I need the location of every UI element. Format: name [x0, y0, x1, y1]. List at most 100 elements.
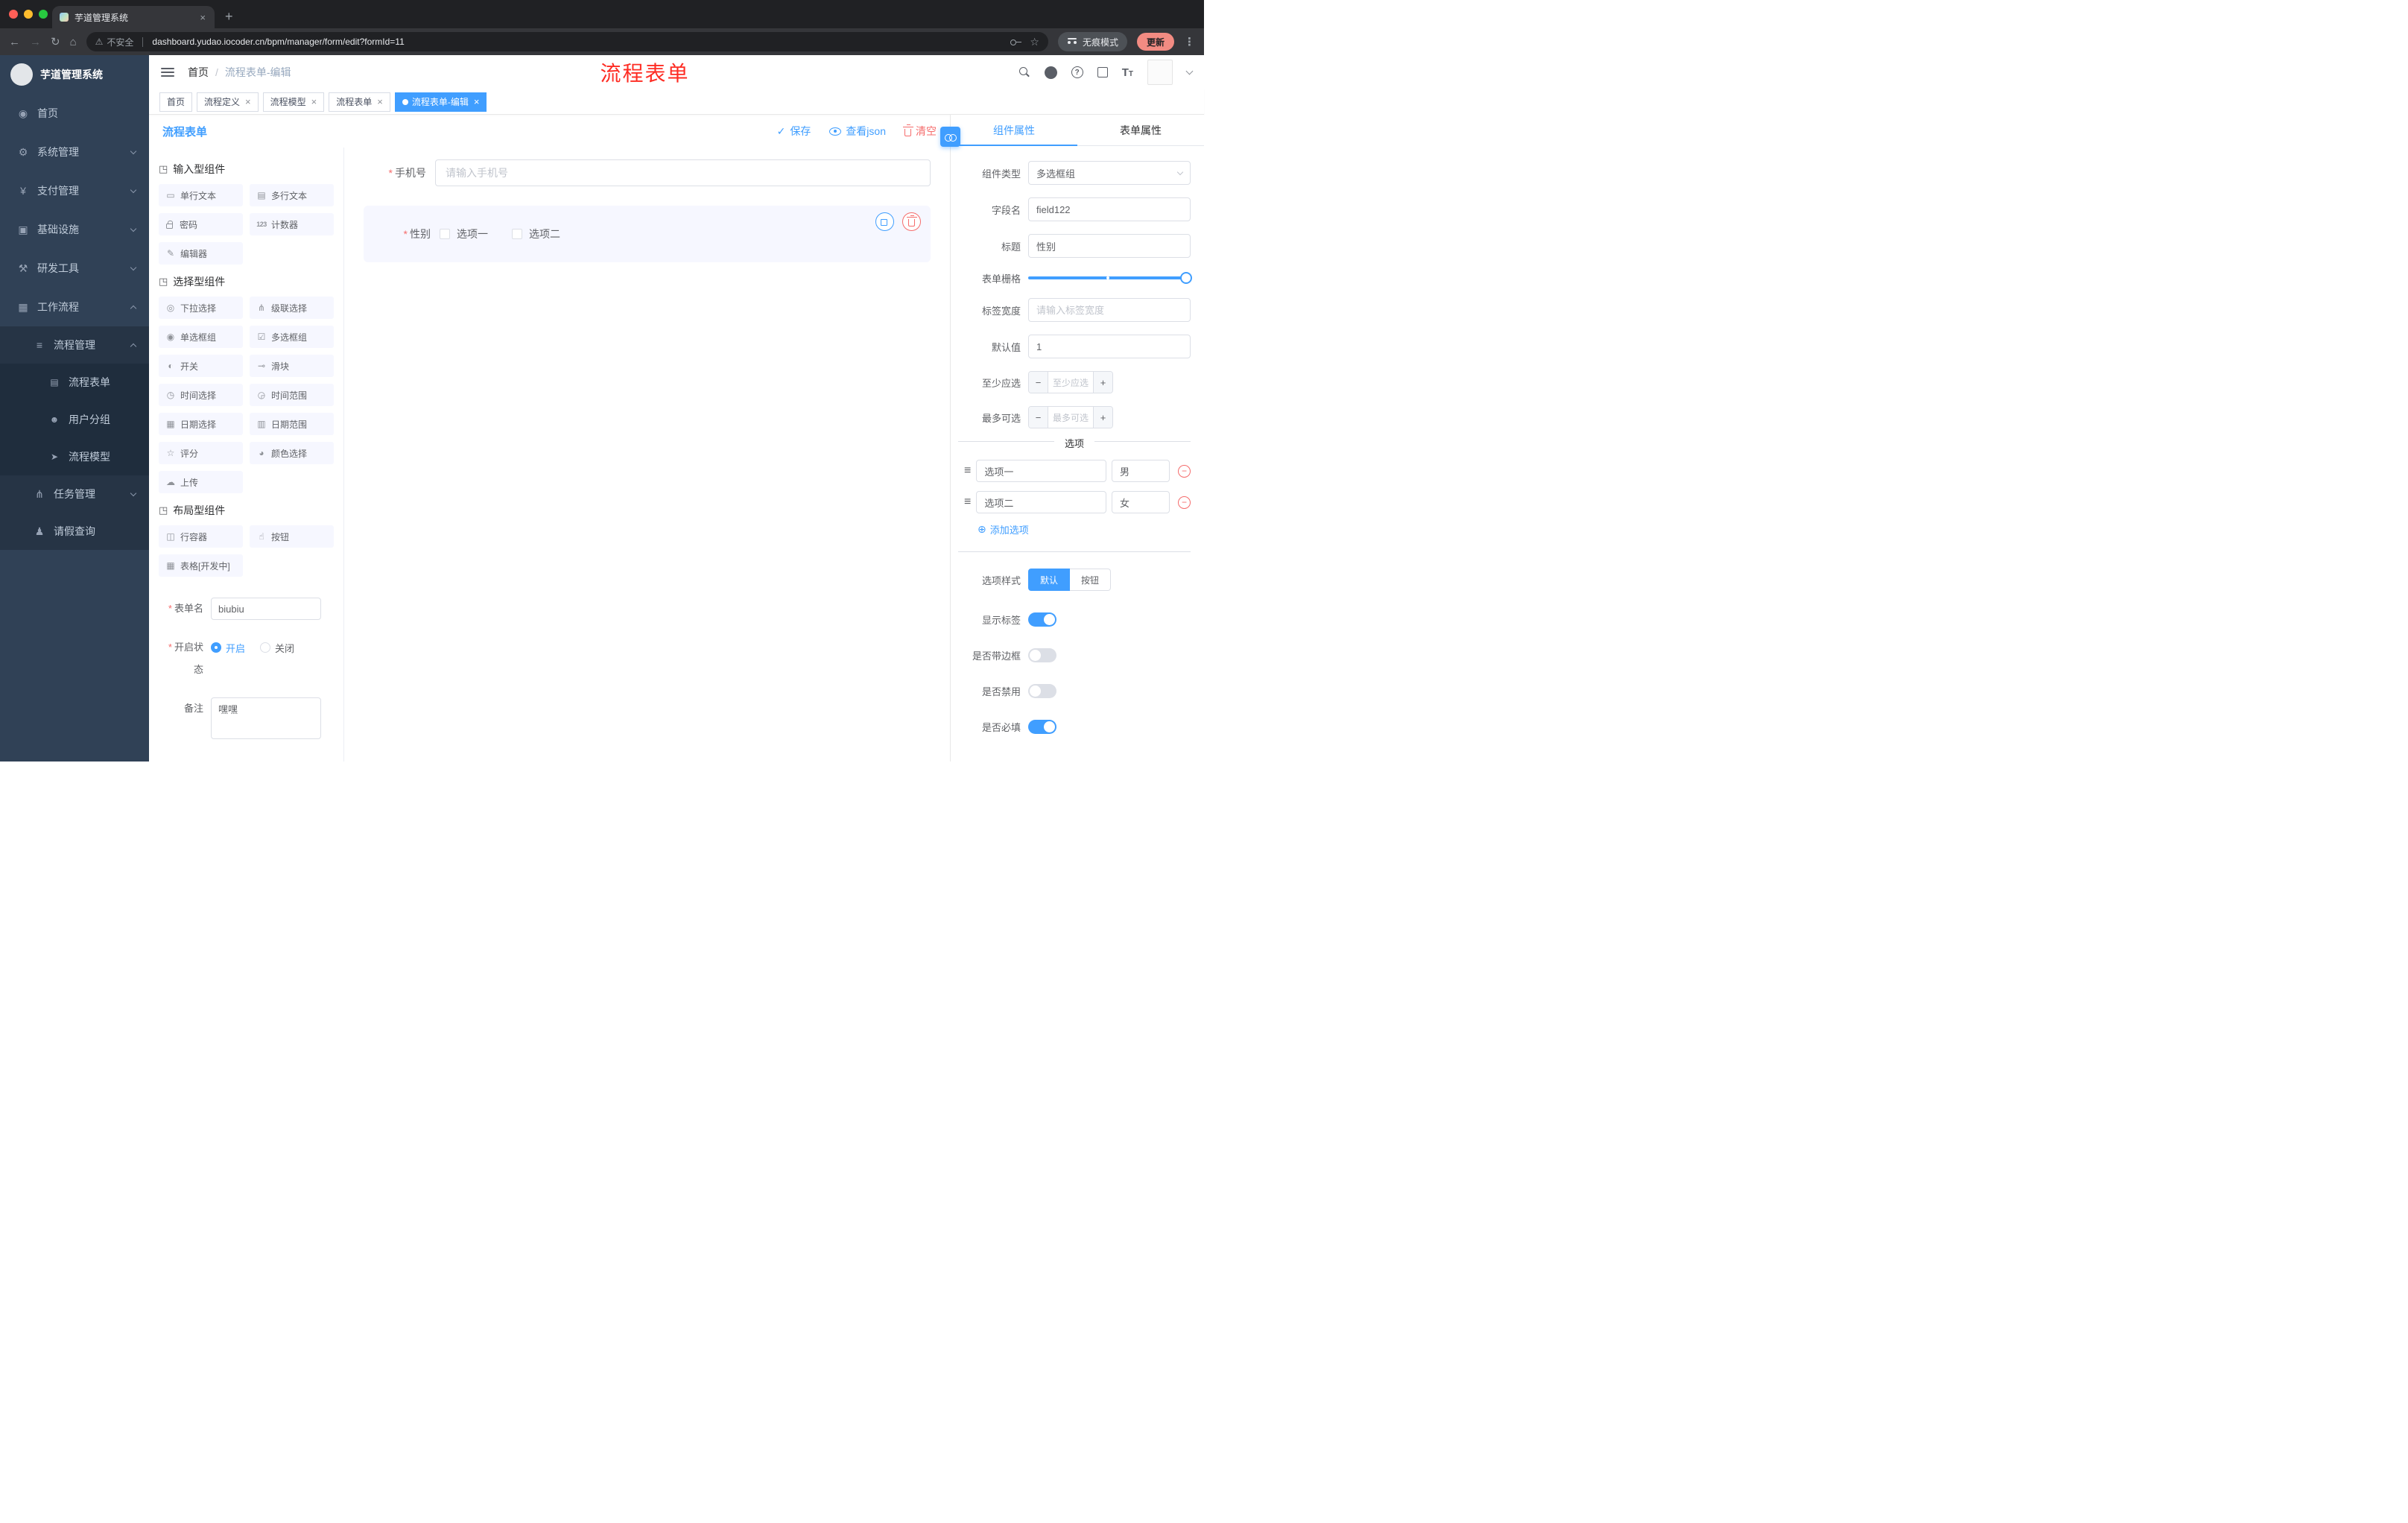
bookmark-star-icon[interactable]: ☆	[1030, 36, 1039, 48]
save-button[interactable]: ✓ 保存	[777, 124, 811, 139]
tag-process-model[interactable]: 流程模型 ×	[262, 92, 325, 112]
search-icon[interactable]	[1018, 66, 1030, 78]
tag-close-icon[interactable]: ×	[311, 97, 317, 107]
border-toggle[interactable]	[1028, 648, 1056, 662]
tag-close-icon[interactable]: ×	[474, 97, 480, 107]
tag-close-icon[interactable]: ×	[245, 97, 251, 107]
chip-color-picker[interactable]: ◕ 颜色选择	[250, 442, 334, 464]
remove-option-icon[interactable]: −	[1178, 464, 1191, 478]
option-name-input[interactable]	[976, 491, 1106, 513]
browser-menu-icon[interactable]: ⋮	[1184, 35, 1195, 48]
chip-time-range[interactable]: ◶ 时间范围	[250, 384, 334, 406]
chip-editor[interactable]: ✎ 编辑器	[159, 242, 243, 265]
chip-password[interactable]: 密码	[159, 213, 243, 235]
chip-time-picker[interactable]: ◷ 时间选择	[159, 384, 243, 406]
title-input[interactable]	[1028, 234, 1191, 258]
default-value-input[interactable]	[1028, 335, 1191, 358]
tab-close-icon[interactable]: ×	[198, 12, 207, 23]
chip-single-line-text[interactable]: ▭ 单行文本	[159, 184, 243, 206]
window-close-button[interactable]	[9, 10, 18, 19]
font-size-icon[interactable]	[1122, 67, 1133, 78]
breadcrumb-home[interactable]: 首页	[188, 65, 209, 80]
browser-update-button[interactable]: 更新	[1136, 33, 1174, 51]
chip-table[interactable]: ▦ 表格[开发中]	[159, 554, 243, 577]
phone-input[interactable]	[435, 159, 931, 186]
sidebar-item-system[interactable]: ⚙ 系统管理	[0, 133, 149, 171]
forward-icon[interactable]: →	[30, 37, 41, 48]
slider-handle[interactable]	[1180, 272, 1192, 284]
github-icon[interactable]	[1044, 66, 1057, 79]
tab-form-props[interactable]: 表单属性	[1077, 115, 1204, 145]
chip-slider[interactable]: ⊸ 滑块	[250, 355, 334, 377]
plus-icon[interactable]: +	[1093, 407, 1112, 428]
chip-counter[interactable]: 123 计数器	[250, 213, 334, 235]
sidebar-item-devtools[interactable]: ⚒ 研发工具	[0, 249, 149, 288]
form-name-input[interactable]	[211, 598, 321, 620]
tag-home[interactable]: 首页	[159, 92, 193, 112]
style-button-button[interactable]: 按钮	[1070, 569, 1112, 591]
sidebar-item-leave-query[interactable]: ♟ 请假查询	[0, 513, 149, 550]
gender-option1-checkbox[interactable]: 选项一	[440, 227, 488, 241]
user-avatar[interactable]	[1147, 60, 1173, 85]
sidebar-item-home[interactable]: ◉ 首页	[0, 94, 149, 133]
remove-option-icon[interactable]: −	[1178, 495, 1191, 509]
chip-rate[interactable]: ☆ 评分	[159, 442, 243, 464]
avatar-chevron-icon[interactable]	[1185, 67, 1194, 75]
back-icon[interactable]: ←	[9, 37, 20, 48]
gender-option2-checkbox[interactable]: 选项二	[512, 227, 560, 241]
copy-field-button[interactable]	[875, 212, 894, 231]
chip-switch[interactable]: ◐ 开关	[159, 355, 243, 377]
security-label[interactable]: 不安全	[107, 36, 133, 48]
window-zoom-button[interactable]	[39, 10, 48, 19]
tag-close-icon[interactable]: ×	[377, 97, 383, 107]
sidebar-item-process-form[interactable]: ▤ 流程表单	[0, 364, 149, 401]
max-select-placeholder[interactable]: 最多可选	[1048, 407, 1093, 428]
home-icon[interactable]: ⌂	[70, 37, 77, 48]
sidebar-item-payment[interactable]: ¥ 支付管理	[0, 171, 149, 210]
help-icon[interactable]	[1071, 66, 1083, 78]
chip-upload[interactable]: ☁ 上传	[159, 471, 243, 493]
tab-component-props[interactable]: 组件属性	[951, 115, 1077, 146]
chip-button[interactable]: ☝ 按钮	[250, 525, 334, 548]
fullscreen-icon[interactable]	[1097, 67, 1108, 77]
component-type-select[interactable]: 多选框组	[1028, 161, 1191, 185]
drag-handle-icon[interactable]: ≡	[964, 496, 971, 508]
chip-radio-group[interactable]: ◉ 单选框组	[159, 326, 243, 348]
chip-date-range[interactable]: ▥ 日期范围	[250, 413, 334, 435]
option-value-input[interactable]	[1112, 460, 1170, 482]
remark-textarea[interactable]: 嘿嘿	[211, 697, 321, 739]
browser-tab[interactable]: 芋道管理系统 ×	[52, 6, 215, 28]
option-value-input[interactable]	[1112, 491, 1170, 513]
clear-button[interactable]: 清空	[902, 124, 937, 139]
style-default-button[interactable]: 默认	[1028, 569, 1071, 591]
chip-checkbox-group[interactable]: ☑ 多选框组	[250, 326, 334, 348]
sidebar-item-user-group[interactable]: ☻ 用户分组	[0, 401, 149, 438]
sidebar-item-process-manage[interactable]: ≡ 流程管理	[0, 326, 149, 364]
window-minimize-button[interactable]	[24, 10, 33, 19]
label-width-input[interactable]	[1028, 298, 1191, 322]
hamburger-icon[interactable]	[161, 68, 174, 77]
reload-icon[interactable]: ↻	[51, 37, 60, 48]
field-name-input[interactable]	[1028, 197, 1191, 221]
min-select-placeholder[interactable]: 至少应选	[1048, 372, 1093, 393]
new-tab-icon[interactable]: +	[225, 10, 233, 23]
add-option-button[interactable]: ⊕ 添加选项	[958, 522, 1191, 536]
required-toggle[interactable]	[1028, 720, 1056, 734]
sidebar-item-workflow[interactable]: ▦ 工作流程	[0, 288, 149, 326]
tag-process-form[interactable]: 流程表单 ×	[329, 92, 390, 112]
disabled-toggle[interactable]	[1028, 684, 1056, 698]
status-off-radio[interactable]: 关闭	[260, 641, 294, 655]
sidebar-item-task-manage[interactable]: ⋔ 任务管理	[0, 475, 149, 513]
tag-process-form-edit[interactable]: 流程表单-编辑 ×	[394, 92, 487, 112]
address-bar[interactable]: ⚠ 不安全 dashboard.yudao.iocoder.cn/bpm/man…	[86, 32, 1048, 51]
minus-icon[interactable]: −	[1029, 372, 1048, 393]
option-name-input[interactable]	[976, 460, 1106, 482]
tag-process-definition[interactable]: 流程定义 ×	[197, 92, 259, 112]
url-text[interactable]: dashboard.yudao.iocoder.cn/bpm/manager/f…	[152, 37, 1007, 47]
delete-field-button[interactable]	[902, 212, 921, 231]
chip-multi-line-text[interactable]: ▤ 多行文本	[250, 184, 334, 206]
sidebar-item-infra[interactable]: ▣ 基础设施	[0, 210, 149, 249]
minus-icon[interactable]: −	[1029, 407, 1048, 428]
view-json-button[interactable]: 查看json	[829, 124, 886, 139]
form-grid-slider[interactable]	[1028, 270, 1192, 285]
